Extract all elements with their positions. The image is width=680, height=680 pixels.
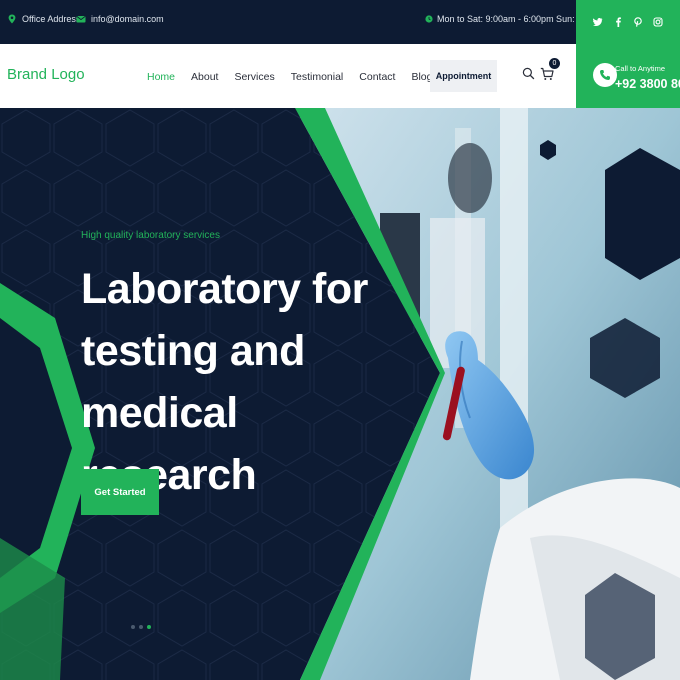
clock-icon [425,15,433,23]
top-bar: Office Address info@domain.com Mon to Sa… [0,0,680,44]
nav-about[interactable]: About [191,71,218,83]
nav-home[interactable]: Home [147,71,175,83]
get-started-button[interactable]: Get Started [81,469,159,515]
office-address-text: Office Address [22,14,81,24]
envelope-icon [76,16,86,23]
call-box[interactable]: Call to Anytime +92 3800 8060 [576,44,680,108]
appointment-button[interactable]: Appointment [430,60,497,92]
cart-count-badge: 0 [549,58,560,69]
office-address[interactable]: Office Address [7,14,80,24]
slider-dot-active[interactable] [147,625,151,629]
search-icon[interactable] [522,67,535,80]
nav-testimonial[interactable]: Testimonial [291,71,344,83]
slider-dots [131,625,151,629]
hero-section: High quality laboratory services Laborat… [0,108,680,680]
email-text: info@domain.com [91,14,164,24]
social-links [576,0,680,44]
main-header: Brand Logo Home About Services Testimoni… [0,44,680,108]
main-nav: Home About Services Testimonial Contact … [147,71,448,83]
email-link[interactable]: info@domain.com [76,14,164,24]
phone-circle [593,63,617,87]
call-label: Call to Anytime [615,64,666,73]
twitter-icon[interactable] [593,17,603,27]
instagram-icon[interactable] [653,17,663,27]
facebook-icon[interactable] [613,17,623,27]
nav-contact[interactable]: Contact [359,71,395,83]
nav-services[interactable]: Services [234,71,274,83]
hero-kicker: High quality laboratory services [81,230,220,241]
slider-dot[interactable] [139,625,143,629]
pinterest-icon[interactable] [633,17,643,27]
call-number: +92 3800 8060 [615,77,680,91]
slider-dot[interactable] [131,625,135,629]
phone-icon [600,70,610,80]
cart-icon[interactable] [540,67,554,81]
brand-logo[interactable]: Brand Logo [7,66,85,83]
location-pin-icon [8,14,16,24]
